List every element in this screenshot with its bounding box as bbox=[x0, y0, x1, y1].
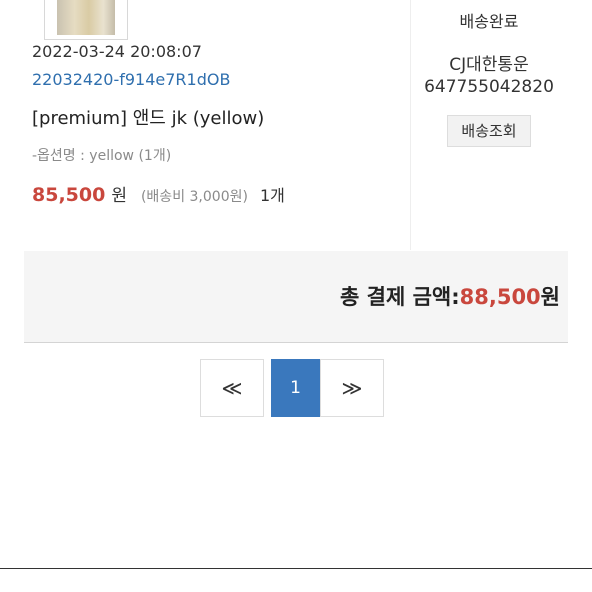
carrier-name: CJ대한통운 bbox=[449, 55, 529, 75]
product-thumbnail[interactable] bbox=[44, 0, 128, 40]
order-date: 2022-03-24 20:08:07 bbox=[32, 42, 202, 61]
page-1-button[interactable]: 1 bbox=[271, 359, 320, 417]
track-delivery-button[interactable]: 배송조회 bbox=[447, 115, 531, 147]
total-payment: 총 결제 금액:88,500원 bbox=[340, 281, 560, 311]
total-amount: 88,500 bbox=[459, 285, 541, 309]
delivery-status: 배송완료 bbox=[459, 12, 519, 31]
order-card: 2022-03-24 20:08:07 22032420-f914e7R1dOB… bbox=[0, 0, 592, 250]
order-info: 2022-03-24 20:08:07 22032420-f914e7R1dOB… bbox=[0, 0, 410, 250]
price-currency: 원 bbox=[111, 186, 127, 206]
total-label: 총 결제 금액: bbox=[340, 285, 460, 309]
product-image bbox=[57, 0, 115, 35]
total-payment-box: 총 결제 금액:88,500원 bbox=[24, 251, 568, 343]
prev-page-button[interactable]: ≪ bbox=[200, 359, 264, 417]
footer-divider bbox=[0, 568, 592, 569]
price-row: 85,500 원 (배송비 3,000원) 1개 bbox=[32, 181, 285, 206]
product-option: -옵션명 : yellow (1개) bbox=[32, 148, 172, 164]
total-currency: 원 bbox=[540, 285, 560, 309]
quantity: 1개 bbox=[259, 186, 285, 205]
next-page-button[interactable]: ≫ bbox=[320, 359, 384, 417]
product-name[interactable]: [premium] 앤드 jk (yellow) bbox=[32, 104, 264, 130]
delivery-info: 배송완료 CJ대한통운 647755042820 배송조회 bbox=[410, 0, 592, 250]
shipping-fee: (배송비 3,000원) bbox=[140, 189, 248, 205]
product-price: 85,500 bbox=[32, 184, 106, 206]
tracking-number: 647755042820 bbox=[424, 77, 554, 97]
order-number-link[interactable]: 22032420-f914e7R1dOB bbox=[32, 70, 230, 89]
